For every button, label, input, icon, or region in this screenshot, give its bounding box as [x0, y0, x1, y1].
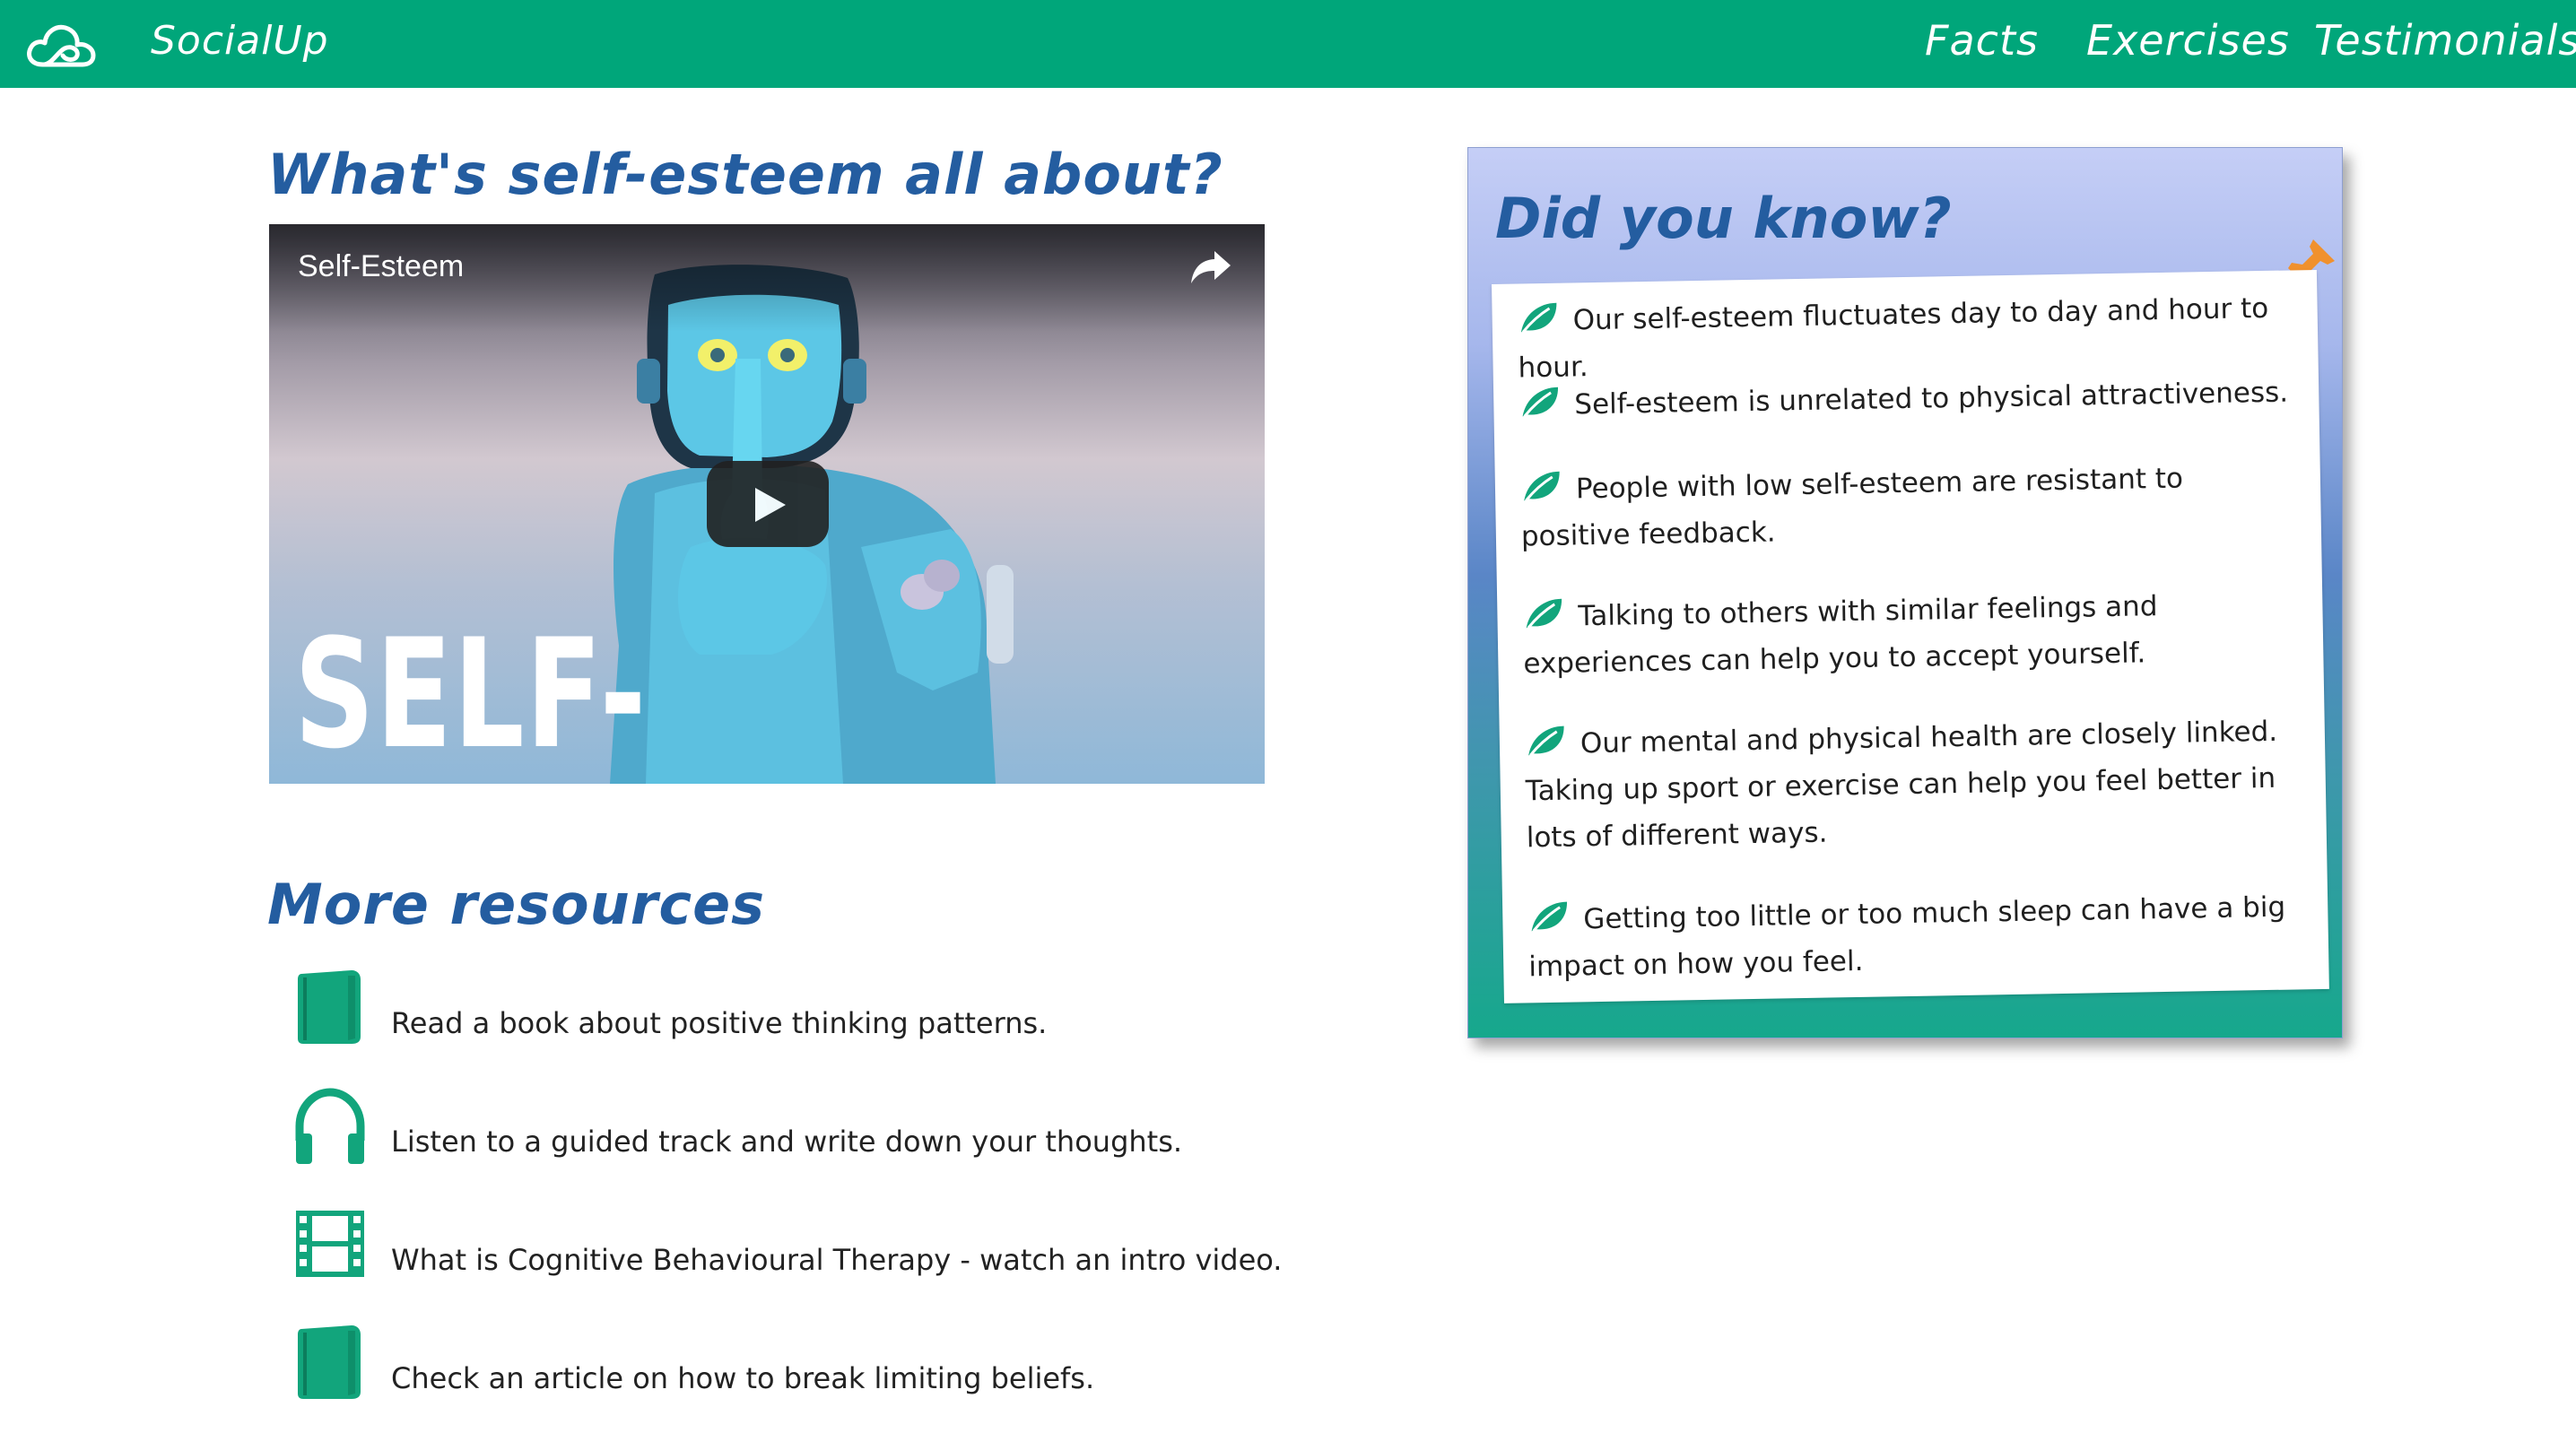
resource-item-video[interactable]: What is Cognitive Behavioural Therapy - … [292, 1203, 1282, 1284]
did-you-know-title: Did you know? [1495, 186, 1952, 251]
resource-text[interactable]: What is Cognitive Behavioural Therapy - … [391, 1243, 1282, 1277]
leaf-icon [1526, 598, 1562, 630]
nav-link-testimonials[interactable]: Testimonials [2314, 16, 2576, 65]
resources-section-title: More resources [267, 872, 766, 937]
brand-name[interactable]: SocialUp [151, 18, 329, 64]
top-navbar: SocialUp Facts Exercises Testimonials [0, 0, 2576, 88]
did-you-know-panel: Did you know? Our self-esteem fluctuates… [1467, 147, 2343, 1038]
cloud-logo-icon[interactable] [23, 20, 100, 70]
share-icon[interactable] [1188, 248, 1234, 287]
leaf-icon [1522, 386, 1559, 418]
video-caption: SELF-ESTEEM [294, 606, 796, 784]
facts-card: Our self-esteem fluctuates day to day an… [1492, 269, 2329, 1003]
leaf-icon [1531, 901, 1568, 933]
resource-item-book[interactable]: Read a book about positive thinking patt… [292, 967, 1279, 1047]
nav-link-exercises[interactable]: Exercises [2086, 16, 2290, 65]
fact-item: Talking to others with similar feelings … [1522, 580, 2304, 687]
leaf-icon [1528, 725, 1564, 757]
leaf-icon [1520, 302, 1557, 334]
play-button[interactable] [707, 461, 829, 547]
fact-text: Talking to others with similar feelings … [1523, 590, 2158, 681]
fact-text: Our mental and physical health are close… [1525, 715, 2278, 855]
nav-link-facts[interactable]: Facts [1925, 16, 2039, 65]
book-icon [298, 1325, 361, 1399]
headphones-icon [295, 1088, 365, 1164]
play-icon [755, 488, 786, 522]
resource-item-article[interactable]: Check an article on how to break limitin… [292, 1322, 1279, 1403]
film-icon [296, 1211, 364, 1277]
fact-text: People with low self-esteem are resistan… [1520, 462, 2184, 553]
fact-item: People with low self-esteem are resistan… [1520, 453, 2302, 560]
resource-text[interactable]: Listen to a guided track and write down … [391, 1125, 1182, 1159]
resource-text[interactable]: Check an article on how to break limitin… [391, 1361, 1094, 1395]
fact-text: Self-esteem is unrelated to physical att… [1574, 376, 2289, 421]
resource-text[interactable]: Read a book about positive thinking patt… [391, 1006, 1047, 1040]
resource-item-audio[interactable]: Listen to a guided track and write down … [292, 1085, 1279, 1166]
book-icon [298, 970, 361, 1044]
video-title[interactable]: Self-Esteem [298, 249, 464, 284]
video-player[interactable]: Self-Esteem SELF-ESTEEM [269, 224, 1265, 784]
fact-item: Getting too little or too much sleep can… [1527, 883, 2310, 990]
about-section-title: What's self-esteem all about? [267, 142, 1223, 207]
fact-item: Our mental and physical health are close… [1525, 708, 2308, 861]
leaf-icon [1524, 471, 1560, 502]
fact-text: Getting too little or too much sleep can… [1527, 890, 2286, 984]
